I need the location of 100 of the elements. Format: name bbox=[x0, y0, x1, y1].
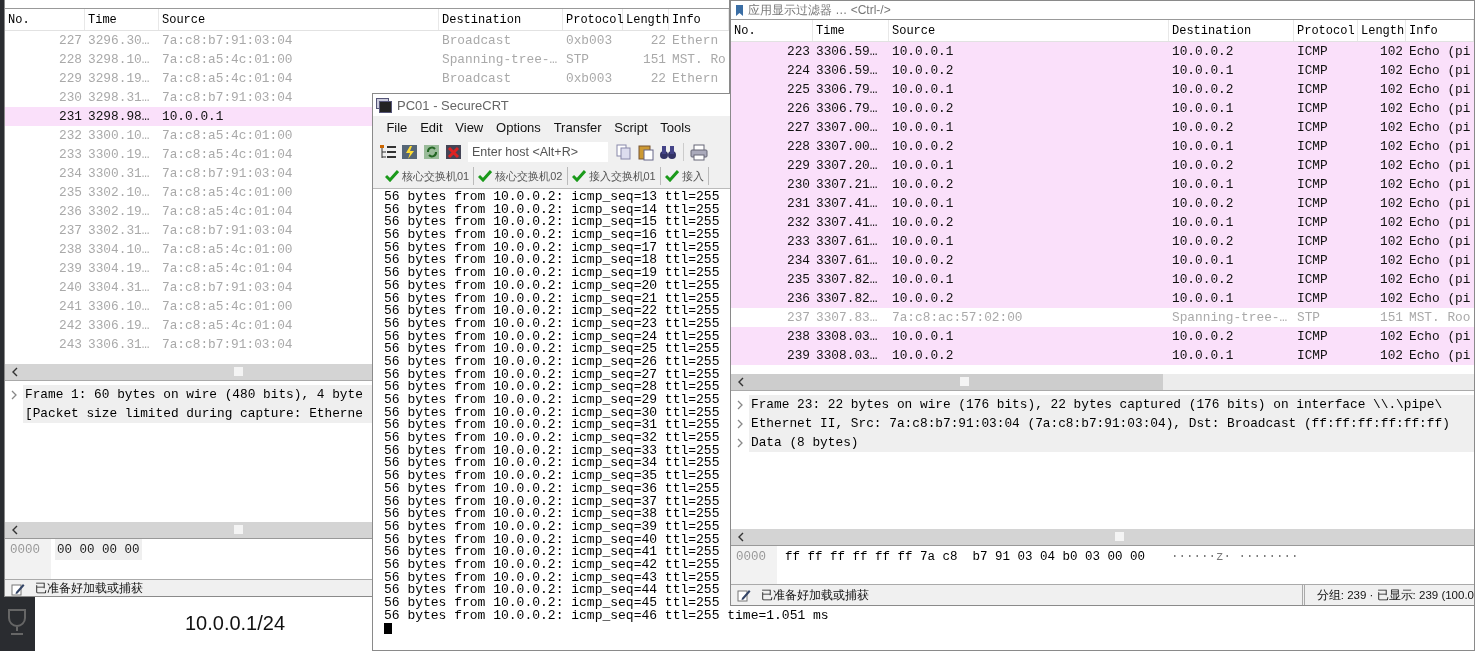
scroll-thumb[interactable] bbox=[1115, 532, 1124, 541]
table-cell-text: 3306.79… bbox=[815, 82, 879, 97]
window-title: PC01 - SecureCRT bbox=[397, 97, 509, 113]
chevron-left-icon[interactable] bbox=[737, 377, 744, 387]
filter-field[interactable]: 应用显示过滤器 … <Ctrl-/> bbox=[731, 1, 1474, 20]
table-cell-text: 3306.31… bbox=[87, 337, 151, 352]
packet-row[interactable]: 231 3307.41… 10.0.0.1 10.0.0.2 ICMP 102 Echo (pi bbox=[731, 194, 1474, 213]
chevron-right-icon[interactable] bbox=[736, 418, 744, 429]
column-header[interactable]: Source bbox=[889, 20, 1169, 41]
terminal-line: 56 bytes from 10.0.0.2: icmp_seq=45 ttl=255 bbox=[384, 597, 720, 610]
packet-row[interactable]: 234 3307.61… 10.0.0.2 10.0.0.1 ICMP 102 Echo (pi bbox=[731, 251, 1474, 270]
terminal-line: 56 bytes from 10.0.0.2: icmp_seq=25 ttl=255 bbox=[384, 343, 720, 356]
column-header[interactable]: No. bbox=[731, 20, 813, 41]
horizontal-scrollbar[interactable] bbox=[731, 374, 1474, 390]
bookmark-icon[interactable] bbox=[735, 3, 744, 17]
packet-row[interactable]: 228 3307.00… 10.0.0.2 10.0.0.1 ICMP 102 Echo (pi bbox=[731, 137, 1474, 156]
table-cell-text: 3306.10… bbox=[87, 299, 151, 314]
column-header[interactable]: Info bbox=[1406, 20, 1474, 41]
session-tab[interactable]: 核心交换机02 bbox=[474, 167, 568, 185]
packet-row[interactable]: 239 3308.03… 10.0.0.2 10.0.0.1 ICMP 102 Echo (pi bbox=[731, 346, 1474, 365]
table-cell-text: 231 bbox=[785, 196, 811, 211]
menu-item[interactable]: File bbox=[380, 120, 414, 135]
chevron-left-icon[interactable] bbox=[737, 532, 744, 542]
table-cell-text: 102 bbox=[1378, 63, 1404, 78]
table-cell-text: 3298.98… bbox=[87, 109, 151, 124]
column-header[interactable]: Time bbox=[85, 9, 159, 30]
table-cell-text: MST. Ro bbox=[671, 52, 727, 67]
table-cell-text: Broadcast bbox=[441, 71, 513, 86]
host-field[interactable]: Enter host <Alt+R> bbox=[468, 141, 608, 162]
table-cell-text: 3306.59… bbox=[815, 63, 879, 78]
scroll-thumb[interactable] bbox=[234, 525, 243, 534]
table-cell-text: ICMP bbox=[1296, 158, 1329, 173]
packet-row[interactable]: 226 3306.79… 10.0.0.2 10.0.0.1 ICMP 102 Echo (pi bbox=[731, 99, 1474, 118]
copy-icon[interactable] bbox=[614, 141, 634, 162]
table-cell-text: 3306.59… bbox=[815, 44, 879, 59]
column-header[interactable]: Protocol bbox=[1294, 20, 1358, 41]
packet-row[interactable]: 225 3306.79… 10.0.0.1 10.0.0.2 ICMP 102 Echo (pi bbox=[731, 80, 1474, 99]
column-header[interactable]: Info bbox=[669, 9, 729, 30]
menu-item[interactable]: Edit bbox=[413, 120, 449, 135]
session-tab[interactable]: 接入 bbox=[660, 167, 709, 185]
menu-item[interactable]: Options bbox=[489, 120, 548, 135]
printer-icon[interactable] bbox=[689, 141, 709, 162]
table-cell-text: ICMP bbox=[1296, 272, 1329, 287]
table-cell-text: 3307.20… bbox=[815, 158, 879, 173]
menu-item[interactable]: Transfer bbox=[547, 120, 608, 135]
horizontal-scrollbar[interactable] bbox=[731, 529, 1474, 545]
session-tab[interactable]: 核心交换机01 bbox=[381, 167, 475, 185]
chevron-right-icon[interactable] bbox=[736, 399, 744, 410]
table-cell-text: 102 bbox=[1378, 234, 1404, 249]
packet-row[interactable]: 235 3307.82… 10.0.0.1 10.0.0.2 ICMP 102 Echo (pi bbox=[731, 270, 1474, 289]
chevron-right-icon[interactable] bbox=[736, 437, 744, 448]
chevron-left-icon[interactable] bbox=[11, 525, 18, 535]
packet-row[interactable]: 223 3306.59… 10.0.0.1 10.0.0.2 ICMP 102 Echo (pi bbox=[731, 42, 1474, 61]
table-cell-text: Echo (pi bbox=[1408, 63, 1472, 78]
column-header[interactable]: Destination bbox=[1169, 20, 1294, 41]
table-cell-text: 10.0.0.2 bbox=[1171, 272, 1235, 287]
table-cell-text: 3306.19… bbox=[87, 318, 151, 333]
packet-row[interactable]: 232 3307.41… 10.0.0.2 10.0.0.1 ICMP 102 Echo (pi bbox=[731, 213, 1474, 232]
packet-row[interactable]: 231 3298.98… 10.0.0.1 bbox=[5, 107, 372, 126]
chevron-left-icon[interactable] bbox=[11, 367, 18, 377]
horizontal-scrollbar[interactable] bbox=[5, 364, 372, 380]
menu-item[interactable]: View bbox=[448, 120, 490, 135]
terminal-line: 56 bytes from 10.0.0.2: icmp_seq=28 ttl=255 bbox=[384, 381, 720, 394]
table-cell-text: 3304.10… bbox=[87, 242, 151, 257]
table-cell-text: Echo (pi bbox=[1408, 291, 1472, 306]
table-cell-text: 7a:c8:b7:91:03:04 bbox=[161, 280, 294, 295]
packet-row[interactable]: 229 3307.20… 10.0.0.1 10.0.0.2 ICMP 102 Echo (pi bbox=[731, 156, 1474, 175]
packet-row[interactable]: 230 3307.21… 10.0.0.2 10.0.0.1 ICMP 102 Echo (pi bbox=[731, 175, 1474, 194]
packet-row[interactable]: 227 3307.00… 10.0.0.1 10.0.0.2 ICMP 102 Echo (pi bbox=[731, 118, 1474, 137]
table-cell-text: 3307.83… bbox=[815, 310, 879, 325]
table-cell-text: 237 bbox=[785, 310, 811, 325]
table-cell-text: 10.0.0.2 bbox=[1171, 82, 1235, 97]
packet-row[interactable]: 233 3307.61… 10.0.0.1 10.0.0.2 ICMP 102 Echo (pi bbox=[731, 232, 1474, 251]
table-cell-text: 7a:c8:a5:4c:01:04 bbox=[161, 147, 294, 162]
session-tab[interactable]: 接入交换机01 bbox=[567, 167, 661, 185]
table-cell-text: Echo (pi bbox=[1408, 272, 1472, 287]
menu-item[interactable]: Script bbox=[607, 120, 654, 135]
table-cell-text: 7a:c8:b7:91:03:04 bbox=[161, 337, 294, 352]
column-header[interactable]: Protocol bbox=[563, 9, 623, 30]
column-header[interactable]: Source bbox=[159, 9, 439, 30]
column-header[interactable]: Time bbox=[813, 20, 889, 41]
table-cell-text: 226 bbox=[785, 101, 811, 116]
packet-row[interactable]: 238 3308.03… 10.0.0.1 10.0.0.2 ICMP 102 Echo (pi bbox=[731, 327, 1474, 346]
packet-row[interactable]: 236 3307.82… 10.0.0.2 10.0.0.1 ICMP 102 Echo (pi bbox=[731, 289, 1474, 308]
table-cell-text: 227 bbox=[785, 120, 811, 135]
table-cell-text: 10.0.0.2 bbox=[1171, 329, 1235, 344]
packet-row[interactable]: 224 3306.59… 10.0.0.2 10.0.0.1 ICMP 102 Echo (pi bbox=[731, 61, 1474, 80]
table-cell-text: 10.0.0.1 bbox=[161, 109, 225, 124]
column-header[interactable]: Length bbox=[623, 9, 669, 30]
column-header[interactable]: No. bbox=[5, 9, 85, 30]
column-header[interactable]: Length bbox=[1358, 20, 1406, 41]
table-cell-text: Echo (pi bbox=[1408, 253, 1472, 268]
scroll-thumb[interactable] bbox=[234, 367, 243, 376]
horizontal-scrollbar[interactable] bbox=[5, 522, 372, 538]
chevron-right-icon[interactable] bbox=[10, 389, 18, 400]
menu-item[interactable]: Tools bbox=[653, 120, 698, 135]
scroll-thumb[interactable] bbox=[960, 377, 969, 386]
table-cell-text: ICMP bbox=[1296, 348, 1329, 363]
column-header[interactable]: Destination bbox=[439, 9, 563, 30]
table-cell-text: 3300.10… bbox=[87, 128, 151, 143]
